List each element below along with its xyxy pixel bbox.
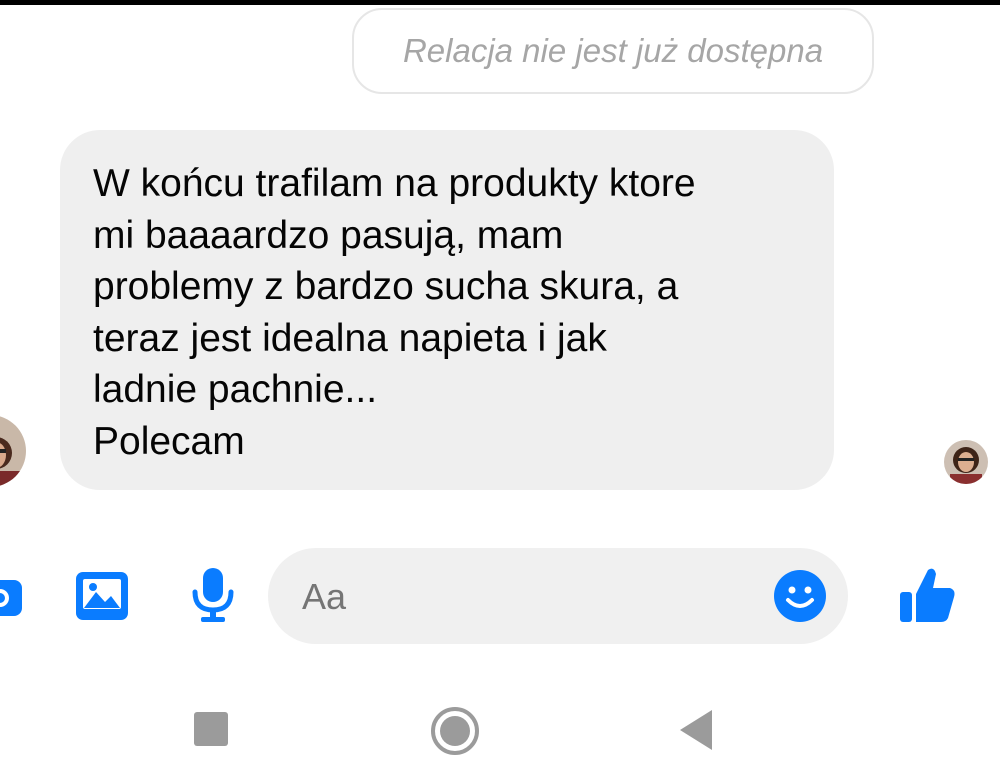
recent-apps-icon[interactable] (194, 712, 228, 746)
camera-icon[interactable] (0, 572, 26, 622)
story-unavailable-text: Relacja nie jest już dostępna (402, 32, 824, 69)
message-input[interactable]: Aa (268, 548, 848, 644)
sender-avatar[interactable] (0, 415, 26, 487)
message-line: ladnie pachnie... (93, 368, 378, 411)
message-bubble[interactable]: W końcu trafilam na produkty ktore mi ba… (60, 130, 834, 490)
top-border (0, 0, 1000, 5)
message-line: mi baaaardzo pasują, mam (93, 213, 564, 257)
image-icon[interactable] (74, 570, 130, 622)
message-line: W końcu trafilam na produkty ktore (93, 162, 696, 205)
thumbs-up-icon[interactable] (898, 564, 958, 626)
message-input-placeholder: Aa (302, 576, 347, 617)
home-icon[interactable] (430, 706, 480, 756)
back-icon[interactable] (678, 708, 714, 752)
message-line: teraz jest idealna napieta i jak (93, 316, 607, 360)
message-line: problemy z bardzo sucha skura, a (93, 265, 679, 308)
read-receipt-avatar (944, 440, 988, 484)
emoji-icon[interactable] (772, 568, 828, 624)
microphone-icon[interactable] (190, 566, 236, 624)
story-unavailable-notice: Relacja nie jest już dostępna (352, 8, 874, 94)
message-line: Polecam (93, 419, 245, 463)
